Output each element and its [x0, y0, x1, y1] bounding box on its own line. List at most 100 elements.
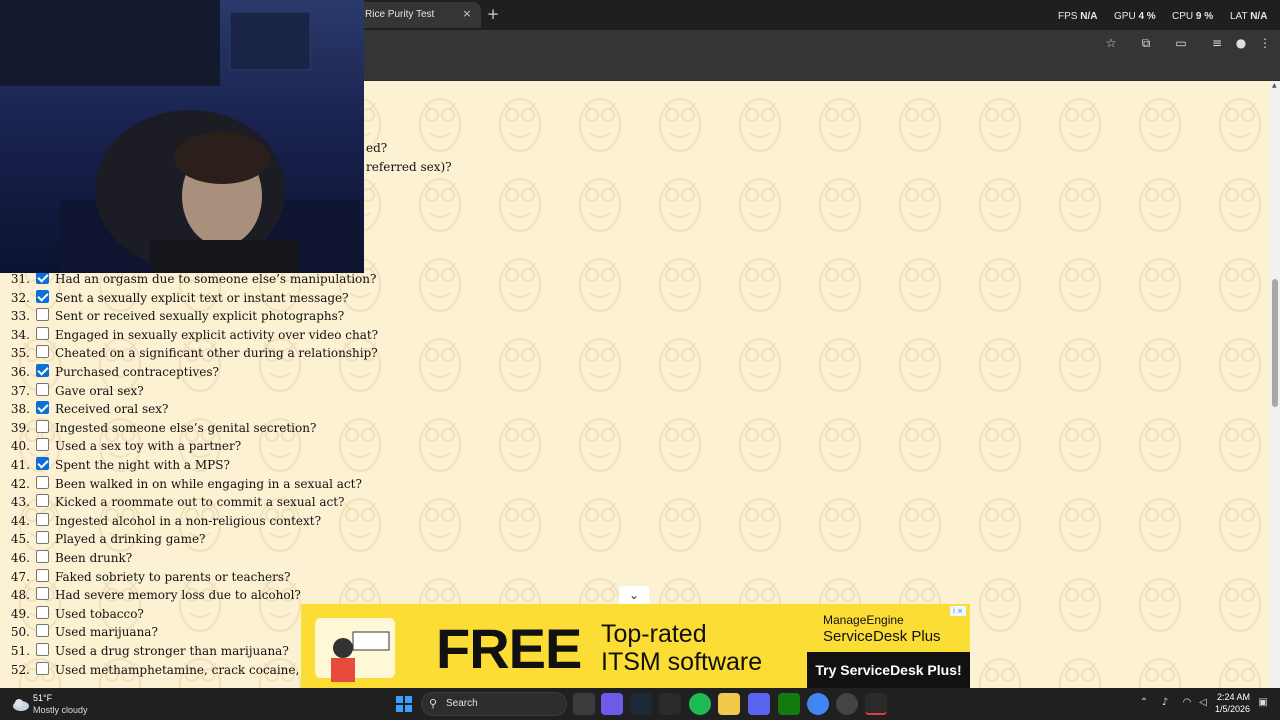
question-checkbox[interactable] [36, 438, 49, 451]
question-row: 45. Played a drinking game? [0, 531, 420, 550]
question-checkbox[interactable] [36, 550, 49, 563]
extensions-icon[interactable]: ⧉ [1137, 34, 1155, 52]
question-checkbox[interactable] [36, 643, 49, 656]
question-row: 39. Ingested someone else’s genital secre… [0, 420, 420, 439]
cloudy-weather-icon [13, 699, 29, 711]
question-number: 32. [10, 291, 30, 305]
bookmark-star-icon[interactable]: ☆ [1102, 34, 1120, 52]
taskbar-search-box[interactable]: ⚲ Search [421, 692, 567, 716]
question-number: 51. [10, 644, 30, 658]
question-checkbox[interactable] [36, 401, 49, 414]
task-view-icon[interactable] [573, 693, 595, 715]
epic-games-icon[interactable] [659, 693, 681, 715]
advertisement-banner[interactable]: FREE Top-rated ITSM software ManageEngin… [301, 604, 970, 688]
question-text: Had severe memory loss due to alcohol? [55, 588, 301, 602]
question-text: Faked sobriety to parents or teachers? [55, 570, 291, 584]
question-text: Ingested someone else’s genital secretio… [55, 421, 317, 435]
question-row: 40. Used a sex toy with a partner? [0, 438, 420, 457]
xbox-icon[interactable] [778, 693, 800, 715]
question-number: 42. [10, 477, 30, 491]
discord-icon[interactable] [748, 693, 770, 715]
tab-rice-purity-test[interactable]: Rice Purity Test × [355, 2, 481, 28]
question-row: 47. Faked sobriety to parents or teachers… [0, 569, 420, 588]
windows-taskbar: 51°F Mostly cloudy ⚲ Search ⌃ ♪ ◠ ◁ 2:24… [0, 688, 1280, 720]
tray-overflow-icon[interactable]: ⌃ [1137, 696, 1151, 710]
obs-icon[interactable] [836, 693, 858, 715]
search-icon: ⚲ [429, 697, 438, 710]
microphone-icon[interactable]: ♪ [1158, 696, 1172, 710]
windows-start-icon[interactable] [396, 696, 412, 712]
file-explorer-icon[interactable] [718, 693, 740, 715]
question-checkbox[interactable] [36, 662, 49, 675]
webcam-image [0, 0, 360, 273]
question-checkbox[interactable] [36, 345, 49, 358]
question-checkbox[interactable] [36, 290, 49, 303]
question-checkbox[interactable] [36, 364, 49, 377]
question-text: Received oral sex? [55, 402, 169, 416]
profile-icon[interactable]: ● [1232, 34, 1250, 52]
question-number: 50. [10, 625, 30, 639]
page-scrollbar[interactable]: ▲ [1270, 81, 1280, 688]
scroll-up-icon[interactable]: ▲ [1272, 83, 1278, 89]
new-tab-button[interactable]: + [485, 6, 501, 22]
question-checkbox[interactable] [36, 420, 49, 433]
question-number: 34. [10, 328, 30, 342]
ad-headline: FREE [436, 617, 582, 680]
notification-icon[interactable]: ▣ [1256, 696, 1270, 710]
fps-stat: FPS N/A [1058, 11, 1097, 25]
question-row: 42. Been walked in on while engaging in a… [0, 476, 420, 495]
chrome-icon[interactable] [807, 693, 829, 715]
ad-brand-manageengine: ManageEngine [823, 613, 904, 627]
wifi-icon[interactable]: ◠ [1180, 696, 1194, 710]
question-checkbox[interactable] [36, 531, 49, 544]
question-row: 37. Gave oral sex? [0, 383, 420, 402]
side-panel-icon[interactable]: ▭ [1172, 34, 1190, 52]
ad-collapse-button[interactable]: ⌄ [619, 586, 649, 604]
menu-dots-icon[interactable]: ⋮ [1256, 34, 1274, 52]
question-number: 52. [10, 663, 30, 677]
question-checkbox[interactable] [36, 457, 49, 470]
adchoices-icon[interactable]: i × [950, 606, 966, 616]
question-checkbox[interactable] [36, 569, 49, 582]
scroll-thumb[interactable] [1272, 279, 1278, 407]
question-text: Kicked a roommate out to commit a sexual… [55, 495, 345, 509]
question-checkbox[interactable] [36, 494, 49, 507]
close-tab-icon[interactable]: × [459, 6, 475, 22]
cpu-label: CPU [1172, 11, 1194, 22]
question-checkbox[interactable] [36, 587, 49, 600]
question-row: 31. Had an orgasm due to someone else’s m… [0, 271, 420, 290]
question-text: Used tobacco? [55, 607, 144, 621]
question-row: 44. Ingested alcohol in a non-religious c… [0, 513, 420, 532]
cpu-stat: CPU 9 % [1172, 11, 1213, 25]
tab-search-icon[interactable]: ≡ [1208, 34, 1226, 52]
ad-cta-button[interactable]: Try ServiceDesk Plus! [807, 652, 970, 688]
question-checkbox[interactable] [36, 606, 49, 619]
question-checkbox[interactable] [36, 308, 49, 321]
fps-label: FPS [1058, 11, 1078, 22]
weather-description[interactable]: Mostly cloudy [33, 705, 88, 715]
question-checkbox[interactable] [36, 383, 49, 396]
clock-time[interactable]: 2:24 AM [1210, 692, 1250, 702]
question-text: Had an orgasm due to someone else’s mani… [55, 272, 377, 286]
epic-games-active-icon[interactable] [865, 693, 887, 715]
question-checkbox[interactable] [36, 513, 49, 526]
question-row: 41. Spent the night with a MPS? [0, 457, 420, 476]
question-number: 44. [10, 514, 30, 528]
copilot-icon[interactable] [601, 693, 623, 715]
clock-date[interactable]: 1/5/2026 [1208, 704, 1250, 714]
question-text: Spent the night with a MPS? [55, 458, 230, 472]
question-text: Sent or received sexually explicit photo… [55, 309, 345, 323]
question-text: Been drunk? [55, 551, 133, 565]
question-text: Gave oral sex? [55, 384, 144, 398]
question-checkbox[interactable] [36, 476, 49, 489]
question-checkbox[interactable] [36, 327, 49, 340]
question-number: 46. [10, 551, 30, 565]
ad-line-1: Top-rated [601, 620, 707, 648]
question-number: 37. [10, 384, 30, 398]
steam-icon[interactable] [630, 693, 652, 715]
spotify-icon[interactable] [689, 693, 711, 715]
question-checkbox[interactable] [36, 624, 49, 637]
weather-temperature[interactable]: 51°F [33, 693, 52, 703]
question-row: 35. Cheated on a significant other during… [0, 345, 420, 364]
question-number: 48. [10, 588, 30, 602]
